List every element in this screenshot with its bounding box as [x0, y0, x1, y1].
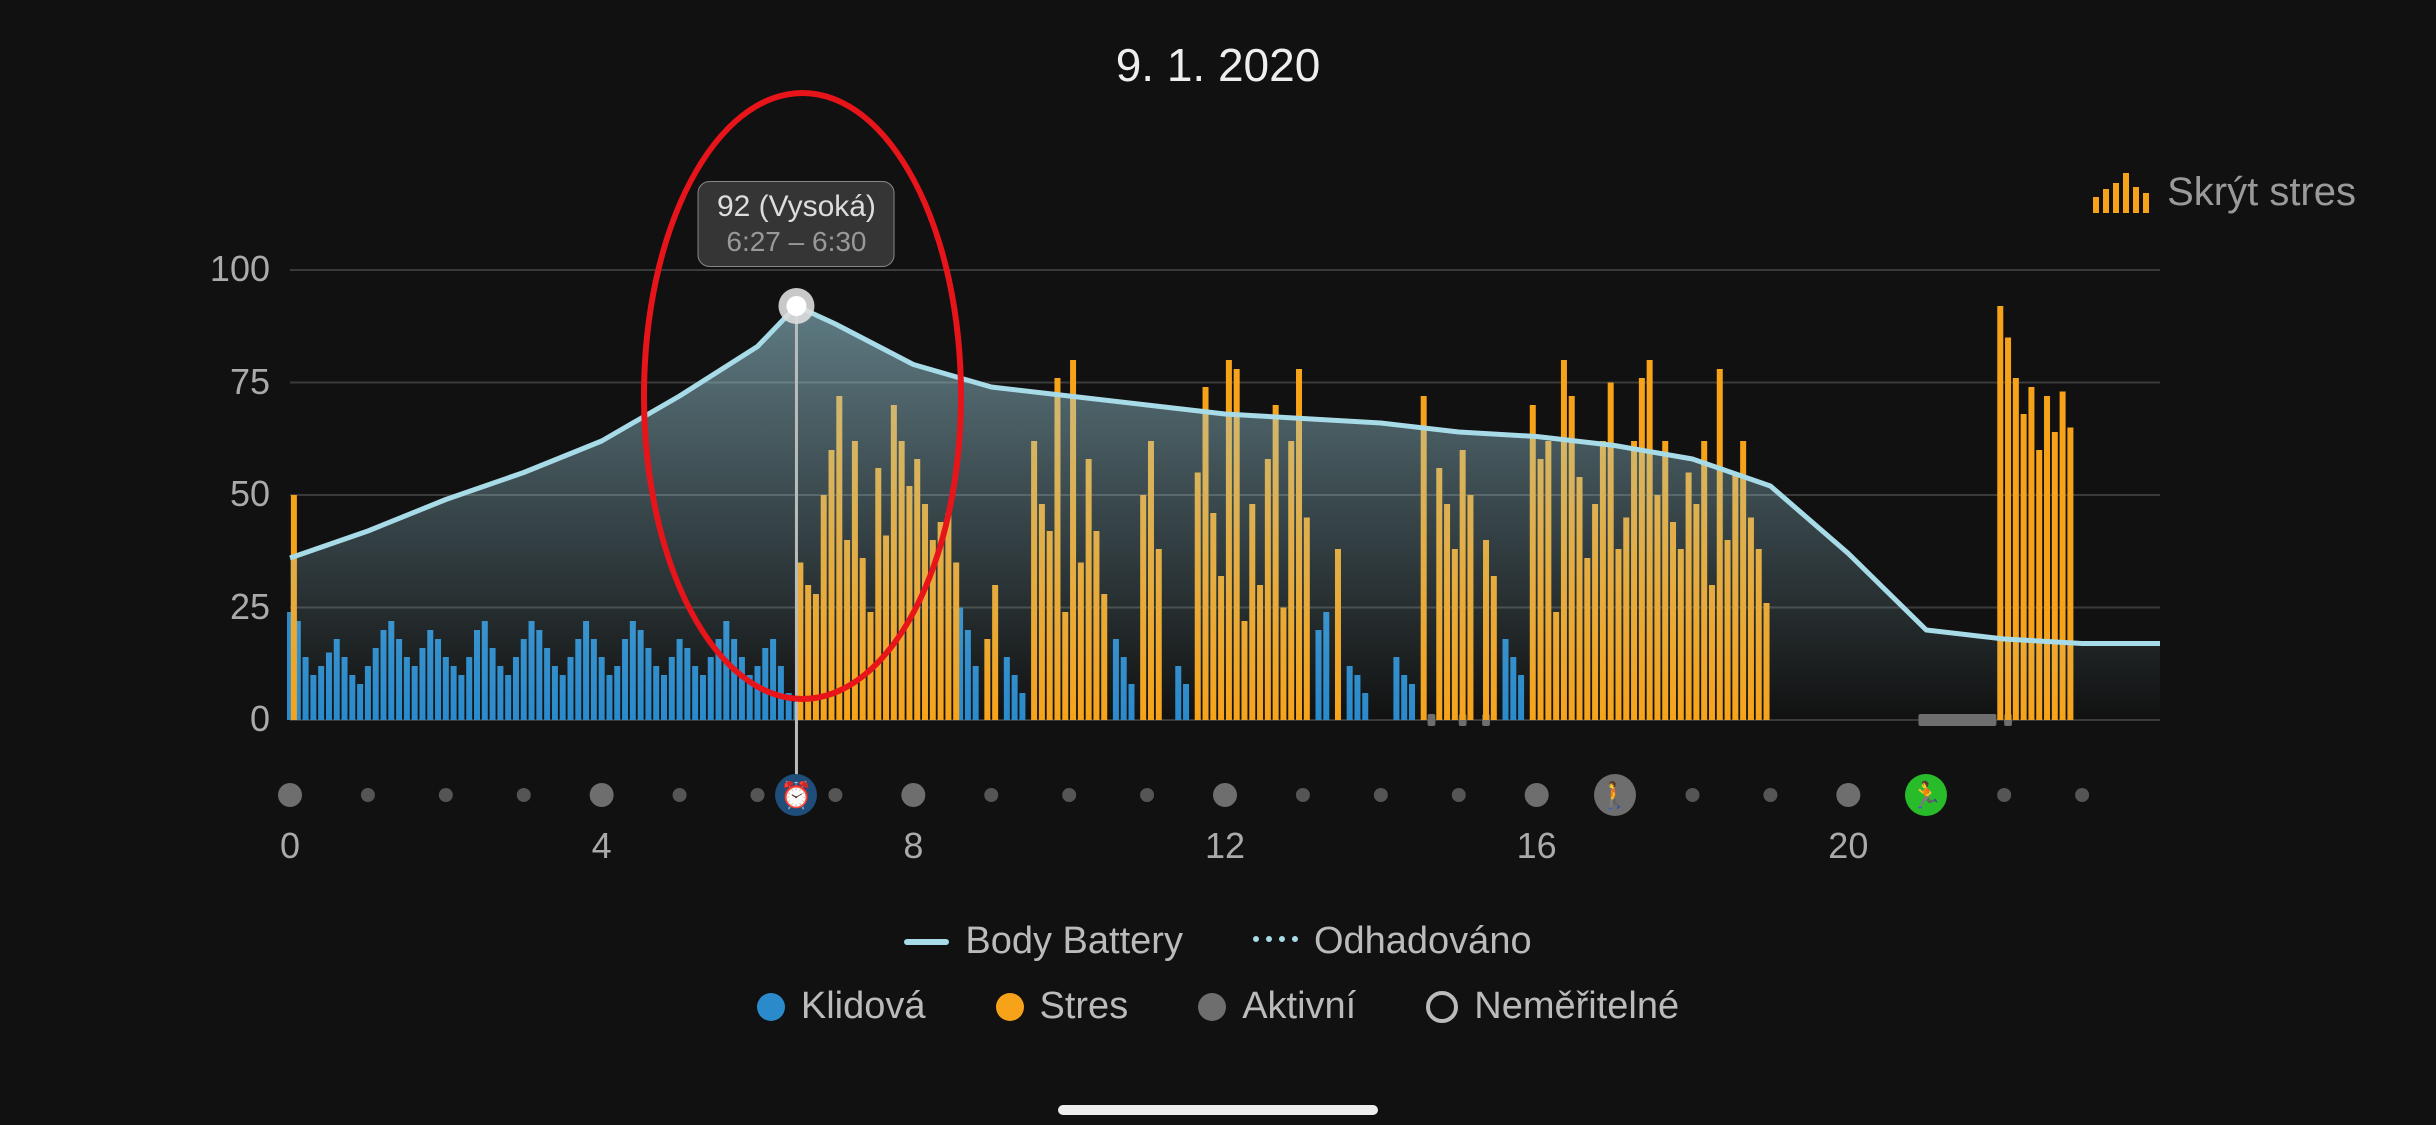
legend-unmeasurable: Neměřitelné — [1426, 985, 1679, 1028]
legend-estimated-label: Odhadováno — [1314, 920, 1532, 963]
x-tick-label: 0 — [280, 825, 300, 867]
legend-rest: Klidová — [757, 985, 926, 1028]
legend-estimated: Odhadováno — [1253, 920, 1532, 963]
run-icon[interactable]: 🏃 — [1905, 774, 1947, 816]
legend-stress: Stres — [996, 985, 1129, 1028]
legend-body-battery-label: Body Battery — [965, 920, 1183, 963]
walk-icon[interactable]: 🚶 — [1594, 774, 1636, 816]
x-tick-label: 8 — [903, 825, 923, 867]
stress-color-icon — [996, 993, 1024, 1021]
x-tick-label: 16 — [1517, 825, 1557, 867]
x-tick-label: 20 — [1828, 825, 1868, 867]
legend-body-battery: Body Battery — [904, 920, 1183, 963]
x-tick-label: 12 — [1205, 825, 1245, 867]
y-tick-label: 50 — [160, 473, 270, 515]
legend-stress-label: Stres — [1040, 985, 1129, 1028]
home-indicator[interactable] — [1058, 1105, 1378, 1115]
alarm-icon[interactable]: ⏰ — [775, 774, 817, 816]
data-tooltip: 92 (Vysoká) 6:27 – 6:30 — [698, 181, 895, 267]
y-tick-label: 0 — [160, 698, 270, 740]
legend-bars: Klidová Stres Aktivní Neměřitelné — [0, 985, 2436, 1028]
legend-rest-label: Klidová — [801, 985, 926, 1028]
legend-active-label: Aktivní — [1242, 985, 1356, 1028]
line-icon — [904, 939, 949, 945]
active-color-icon — [1198, 993, 1226, 1021]
y-tick-label: 25 — [160, 586, 270, 628]
tooltip-range: 6:27 – 6:30 — [717, 226, 876, 258]
y-tick-label: 75 — [160, 361, 270, 403]
x-tick-label: 4 — [592, 825, 612, 867]
legend-active: Aktivní — [1198, 985, 1356, 1028]
unmeasurable-ring-icon — [1426, 991, 1458, 1023]
rest-color-icon — [757, 993, 785, 1021]
dotted-line-icon — [1253, 936, 1298, 948]
y-tick-label: 100 — [160, 248, 270, 290]
tooltip-value: 92 (Vysoká) — [717, 190, 876, 224]
legend-line: Body Battery Odhadováno — [0, 920, 2436, 963]
legend-unmeasurable-label: Neměřitelné — [1474, 985, 1679, 1028]
